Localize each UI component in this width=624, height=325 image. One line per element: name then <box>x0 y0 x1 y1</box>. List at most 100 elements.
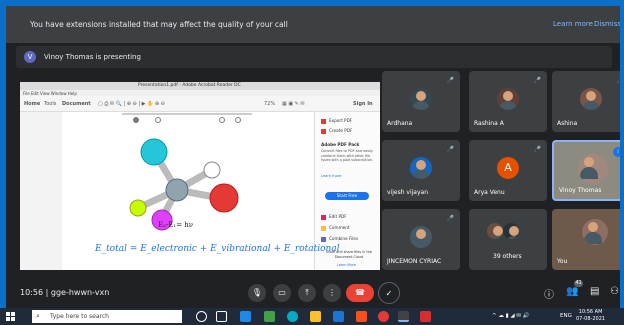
clock-date: 07-08-2021 <box>576 316 606 322</box>
combine-files-icon <box>321 236 326 242</box>
sign-in-button[interactable]: Sign In <box>353 101 373 107</box>
powerpoint-icon[interactable] <box>356 311 367 322</box>
participant-name: Rashina A <box>474 120 504 127</box>
atom-yellow <box>129 199 147 217</box>
browser-icon[interactable] <box>287 311 298 322</box>
check-icon: ✓ <box>378 282 400 304</box>
others-photo-a <box>487 223 503 239</box>
participant-photo <box>410 88 432 110</box>
search-icon: ⌕ <box>36 312 40 320</box>
reader-tool-icons-2: ▦ ▣ ✎ ✉ <box>282 101 305 107</box>
participant-photo <box>578 154 608 184</box>
participant-tile[interactable]: 🎤 vijesh vijayan <box>382 140 460 201</box>
participant-name: Ardhana <box>387 120 413 127</box>
speaking-indicator-icon: ⁞ <box>613 147 620 157</box>
reader-tool-icons: ▢ ⎙ ✉ 🔍 | ⊕ ⊖ | ▶ ✋ ⊕ ⊖ <box>98 101 165 107</box>
banner-message: You have extensions installed that may a… <box>30 20 288 29</box>
leave-call-button[interactable]: ☎ <box>346 284 374 302</box>
reader-window-title: Presentation1.pdf - Adobe Acrobat Reader… <box>138 83 241 88</box>
search-placeholder: Type here to search <box>50 313 109 320</box>
acrobat-icon[interactable] <box>420 311 431 322</box>
mic-muted-icon: 🎤 <box>446 77 454 84</box>
windows-taskbar: ⌕ Type here to search ^ ☁ ▮ ◢ ✉ 🔊 ENG 10… <box>0 308 624 325</box>
learn-more-link[interactable]: Learn more <box>553 20 593 28</box>
participant-name: Ashina <box>557 120 578 127</box>
store-link[interactable]: Learn More <box>337 263 356 267</box>
others-tile[interactable]: 39 others <box>469 209 547 270</box>
active-speaker-tile[interactable]: ⁞ Vinoy Thomas <box>552 140 620 201</box>
promo-text: Convert files to PDF and easily combine … <box>321 149 374 162</box>
participant-tile[interactable]: 🎤 JINCEMON CYRIAC <box>382 209 460 270</box>
self-view-tile[interactable]: You <box>552 209 620 270</box>
combine-files-item[interactable]: Combine Files <box>321 236 358 242</box>
total-energy-equation: E_total = E_electronic + E_vibrational +… <box>95 244 340 254</box>
participant-photo <box>410 226 432 248</box>
meeting-details-icon[interactable]: ⓘ <box>544 286 554 301</box>
participant-tile[interactable]: 🎤 Ashina <box>552 71 620 132</box>
reader-toolbar: Home Tools Document ▢ ⎙ ✉ 🔍 | ⊕ ⊖ | ▶ ✋ … <box>20 96 380 112</box>
promo-title: Adobe PDF Pack <box>321 142 360 147</box>
participant-tile[interactable]: 🎤 A Arya Venu <box>469 140 547 201</box>
create-pdf-item[interactable]: Create PDF <box>321 128 352 134</box>
dot-left-a <box>133 117 139 123</box>
more-options-button[interactable]: ⋮ <box>323 284 341 302</box>
tab-home[interactable]: Home <box>24 101 40 107</box>
participant-tile[interactable]: 🎤 Ardhana <box>382 71 460 132</box>
file-explorer-icon[interactable] <box>310 311 321 322</box>
shared-screen: Presentation1.pdf - Adobe Acrobat Reader… <box>20 82 380 270</box>
participant-photo <box>580 88 602 110</box>
participants-icon[interactable]: 👥 <box>566 286 578 297</box>
participant-photo <box>497 88 519 110</box>
atom-white <box>203 161 221 179</box>
cortana-icon[interactable] <box>196 311 207 322</box>
tray-icons[interactable]: ^ ☁ ▮ ◢ ✉ 🔊 <box>492 313 530 319</box>
excel-icon[interactable] <box>264 311 275 322</box>
activities-icon[interactable]: ⚇ <box>610 286 619 297</box>
mic-muted-icon: 🎤 <box>533 146 541 153</box>
start-free-button[interactable]: Start Free <box>325 192 369 200</box>
mic-muted-icon: 🎤 <box>446 215 454 222</box>
tab-document[interactable]: Document <box>62 101 91 107</box>
mic-muted-icon: 🎤 <box>617 77 620 84</box>
presenting-bar: V Vinoy Thomas is presenting <box>16 46 612 68</box>
dot-left-b <box>155 117 161 123</box>
zoom-level[interactable]: 72% <box>264 101 275 107</box>
participant-name: vijesh vijayan <box>387 189 429 196</box>
energy-equation: E₂-E₁= hν <box>158 221 194 229</box>
reader-titlebar: Presentation1.pdf - Adobe Acrobat Reader… <box>20 82 380 90</box>
presenter-avatar: V <box>24 51 36 63</box>
participant-tile[interactable]: 🎤 Rashina A <box>469 71 547 132</box>
language-indicator[interactable]: ENG <box>560 313 572 319</box>
edit-pdf-item[interactable]: Edit PDF <box>321 214 347 220</box>
meeting-separator: | <box>45 288 49 297</box>
present-button[interactable]: ⤒ <box>298 284 316 302</box>
tab-tools[interactable]: Tools <box>44 101 56 107</box>
windows-start-icon[interactable] <box>6 312 15 321</box>
comment-icon <box>321 225 326 231</box>
extension-warning-banner: You have extensions installed that may a… <box>6 6 620 43</box>
edge-icon[interactable] <box>240 311 251 322</box>
presenting-text: Vinoy Thomas is presenting <box>44 53 141 61</box>
chrome-active-icon[interactable] <box>398 311 409 322</box>
word-icon[interactable] <box>333 311 344 322</box>
mic-muted-icon: 🎤 <box>446 146 454 153</box>
atom-cyan <box>140 138 168 166</box>
dismiss-button[interactable]: Dismiss <box>594 20 620 28</box>
chat-icon[interactable]: ▤ <box>590 286 599 297</box>
atom-red <box>209 183 239 213</box>
meeting-info: 10:56 | gge-hwwn-vxn <box>20 288 109 297</box>
others-count: 39 others <box>493 253 522 260</box>
chrome-icon[interactable] <box>378 311 389 322</box>
microphone-button[interactable]: 🎙 <box>248 284 266 302</box>
export-pdf-item[interactable]: Export PDF <box>321 118 352 124</box>
others-photo-b <box>503 223 519 239</box>
task-view-icon[interactable] <box>216 311 227 322</box>
comment-item[interactable]: Comment <box>321 225 350 231</box>
promo-link[interactable]: Learn more <box>321 174 342 178</box>
participant-photo <box>410 157 432 179</box>
camera-button[interactable]: ▭ <box>273 284 291 302</box>
meeting-code: gge-hwwn-vxn <box>50 288 110 297</box>
taskbar-clock[interactable]: 10:56 AM 07-08-2021 <box>576 309 605 323</box>
mic-muted-icon: 🎤 <box>533 77 541 84</box>
taskbar-search-box[interactable]: ⌕ Type here to search <box>32 310 182 323</box>
